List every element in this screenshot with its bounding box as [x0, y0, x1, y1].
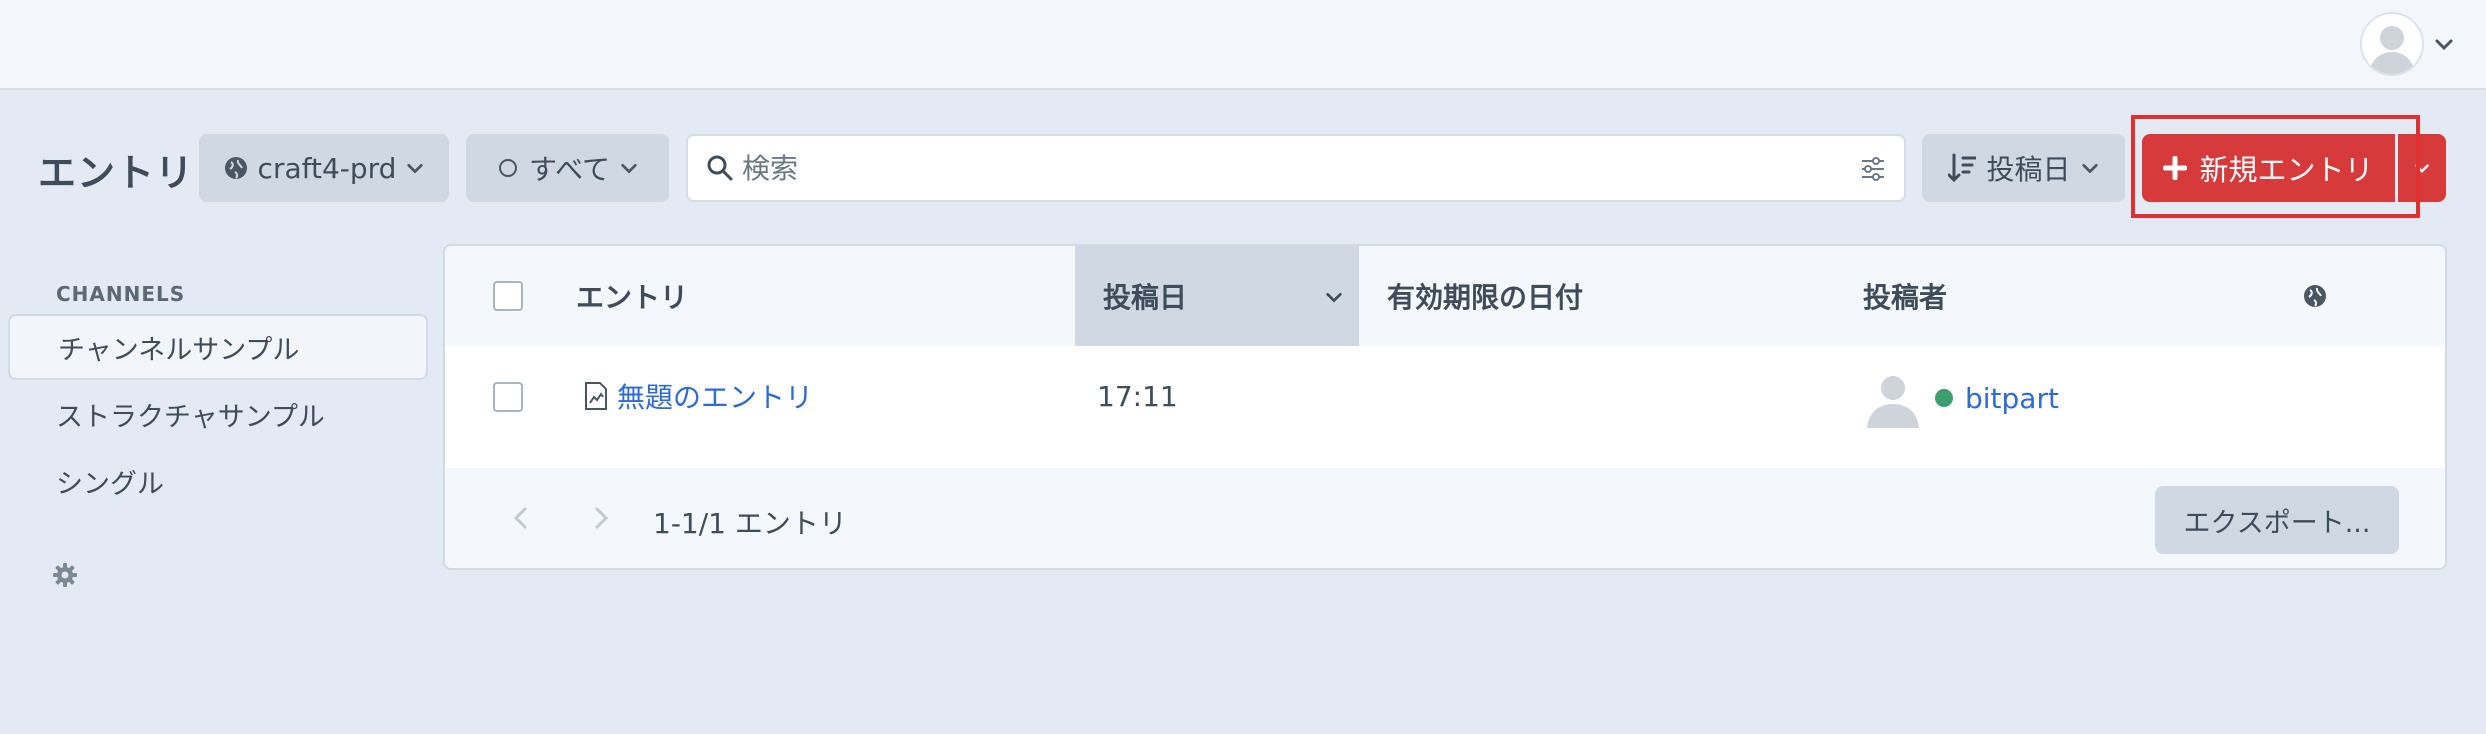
gear-icon[interactable] — [52, 562, 78, 588]
sidebar-item-structure-sample[interactable]: ストラクチャサンプル — [8, 381, 428, 447]
sidebar-heading: CHANNELS — [56, 282, 186, 306]
search-input[interactable] — [742, 146, 1822, 190]
column-header-label: エントリ — [576, 281, 689, 314]
globe-icon — [2304, 285, 2326, 307]
user-menu[interactable] — [2360, 6, 2472, 82]
search-icon — [707, 155, 733, 181]
globe-icon — [224, 157, 247, 179]
column-header-label: 投稿日 — [1103, 281, 1188, 314]
status-select-label: すべて — [529, 153, 610, 186]
entry-count: 1-1/1 エントリ — [653, 507, 847, 540]
previous-page-icon[interactable] — [511, 506, 531, 530]
post-date-cell: 17:11 — [1097, 379, 1178, 413]
author-avatar-icon — [1867, 376, 1919, 428]
entries-panel: エントリ 投稿日 有効期限の日付 投稿者 無題のエントリ 17:11 bitpa… — [443, 244, 2447, 570]
select-all-checkbox[interactable] — [493, 281, 523, 311]
sidebar-item-channel-sample[interactable]: チャンネルサンプル — [8, 314, 428, 380]
table-header: エントリ 投稿日 有効期限の日付 投稿者 — [445, 246, 2445, 346]
toolbar: エントリ craft4-prd すべて 検索 投稿日 新規エントリ — [0, 134, 2486, 202]
chevron-down-icon — [2081, 163, 2098, 174]
chevron-down-icon — [1326, 292, 1342, 303]
new-entry-button[interactable]: 新規エントリ — [2142, 134, 2395, 202]
export-button[interactable]: エクスポート... — [2155, 486, 2399, 554]
chevron-down-icon[interactable] — [2434, 34, 2454, 54]
column-header-label: 投稿者 — [1863, 281, 1948, 314]
sort-label: 投稿日 — [1986, 153, 2071, 186]
chevron-down-icon — [2415, 164, 2429, 173]
author-cell: bitpart — [1863, 366, 2059, 430]
column-header-expiry-date[interactable]: 有効期限の日付 — [1359, 246, 1829, 346]
author-link[interactable]: bitpart — [1965, 382, 2059, 415]
page-title: エントリ — [38, 151, 195, 195]
column-header-post-date[interactable]: 投稿日 — [1075, 246, 1359, 346]
new-entry-label: 新規エントリ — [2199, 153, 2374, 187]
next-page-icon[interactable] — [591, 506, 611, 530]
column-header-author[interactable]: 投稿者 — [1835, 246, 2235, 346]
author-status-dot — [1935, 389, 1953, 407]
column-header-label: 有効期限の日付 — [1387, 281, 1584, 314]
column-header-entry[interactable]: エントリ — [548, 246, 1018, 346]
plus-icon — [2163, 156, 2188, 180]
row-checkbox[interactable] — [493, 382, 523, 412]
chevron-down-icon — [621, 163, 637, 174]
user-avatar-icon[interactable] — [2360, 12, 2424, 76]
site-select-button[interactable]: craft4-prd — [199, 134, 449, 202]
document-icon — [585, 382, 607, 410]
new-entry-menu-button[interactable] — [2398, 134, 2446, 202]
site-select-label: craft4-prd — [257, 151, 397, 185]
search-box[interactable] — [686, 134, 1906, 202]
top-bar — [0, 0, 2486, 90]
table-row: 無題のエントリ 17:11 bitpart — [445, 346, 2445, 468]
sidebar-item-single[interactable]: シングル — [8, 448, 428, 514]
status-select-button[interactable]: すべて — [466, 134, 669, 202]
chevron-down-icon — [407, 163, 424, 174]
filter-settings-icon[interactable] — [1860, 156, 1886, 182]
sidebar-item-label: シングル — [56, 468, 164, 500]
entry-title-link[interactable]: 無題のエントリ — [617, 376, 813, 416]
sidebar-item-label: ストラクチャサンプル — [56, 401, 325, 433]
table-footer: 1-1/1 エントリ エクスポート... — [445, 468, 2445, 568]
entry-title-cell: 無題のエントリ — [583, 376, 813, 416]
sidebar-item-label: チャンネルサンプル — [58, 334, 300, 366]
sort-button[interactable]: 投稿日 — [1922, 134, 2125, 202]
status-circle-icon — [499, 159, 518, 177]
sort-descending-icon — [1948, 153, 1977, 183]
